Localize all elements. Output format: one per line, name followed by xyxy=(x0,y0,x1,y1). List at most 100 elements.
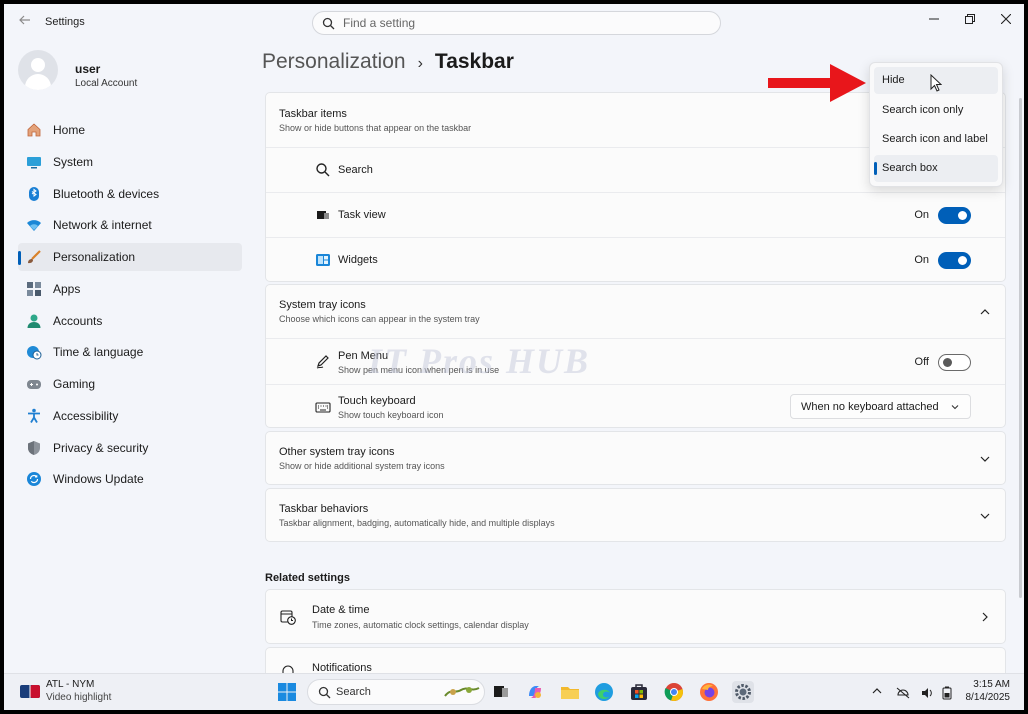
accessibility-icon xyxy=(28,408,40,423)
widgets-state: On xyxy=(914,254,929,266)
store-button[interactable] xyxy=(628,681,650,703)
sidebar-item-system[interactable]: System xyxy=(18,148,242,176)
copilot-icon xyxy=(529,686,541,698)
pen-menu-toggle[interactable] xyxy=(938,354,971,371)
option-search-box[interactable]: Search box xyxy=(874,155,998,182)
section-subtitle: Show or hide additional system tray icon… xyxy=(279,461,445,471)
clock-date[interactable]: 8/14/2025 xyxy=(966,692,1011,703)
keyboard-icon xyxy=(315,402,331,413)
section-title: Other system tray icons xyxy=(279,446,395,458)
taskbar-search[interactable]: Search xyxy=(307,679,485,705)
mlb-logo-icon xyxy=(20,685,40,698)
chrome-button[interactable] xyxy=(663,681,685,703)
chevron-up-icon[interactable] xyxy=(870,686,884,700)
battery-icon[interactable] xyxy=(940,686,954,700)
option-search-icon-and-label[interactable]: Search icon and label xyxy=(874,126,998,153)
search-icon xyxy=(316,163,330,177)
file-explorer-button[interactable] xyxy=(559,681,581,703)
other-tray-card[interactable]: Other system tray icons Show or hide add… xyxy=(265,431,1006,485)
option-search-icon-only[interactable]: Search icon only xyxy=(874,97,998,124)
notifications-link[interactable]: Notifications xyxy=(265,647,1006,673)
task-view-row[interactable]: Task view On xyxy=(266,192,1005,237)
minimize-button[interactable] xyxy=(922,10,946,30)
sidebar-item-apps[interactable]: Apps xyxy=(18,275,242,303)
touch-keyboard-row[interactable]: Touch keyboard Show touch keyboard icon … xyxy=(266,384,1005,428)
shield-icon xyxy=(28,440,40,455)
close-icon xyxy=(1000,13,1012,25)
sidebar-item-label: Network & internet xyxy=(53,218,152,233)
sidebar-item-network[interactable]: Network & internet xyxy=(18,211,242,239)
chevron-down-icon xyxy=(980,513,990,519)
globe-clock-icon xyxy=(27,346,42,360)
folder-icon xyxy=(561,687,579,699)
apps-icon xyxy=(27,281,41,296)
pen-icon xyxy=(316,355,329,369)
mouse-cursor-icon xyxy=(930,74,942,92)
option-label: Search icon and label xyxy=(882,133,988,145)
taskbar-behaviors-card[interactable]: Taskbar behaviors Taskbar alignment, bad… xyxy=(265,488,1006,542)
widgets-row[interactable]: Widgets On xyxy=(266,237,1005,282)
sidebar-item-home[interactable]: Home xyxy=(18,116,242,144)
task-view-icon xyxy=(317,211,329,219)
sidebar-item-gaming[interactable]: Gaming xyxy=(18,370,242,398)
search-input[interactable] xyxy=(343,15,703,31)
widgets-toggle[interactable] xyxy=(938,252,971,269)
title-bar: Settings xyxy=(4,4,1024,40)
update-icon xyxy=(27,472,41,487)
system-tray-header[interactable]: System tray icons Choose which icons can… xyxy=(266,285,1005,338)
windows-start-icon[interactable] xyxy=(277,682,297,702)
sidebar-item-accounts[interactable]: Accounts xyxy=(18,307,242,335)
sidebar-item-personalization[interactable]: Personalization xyxy=(18,243,242,271)
user-name: user xyxy=(75,62,101,76)
touch-keyboard-label: Touch keyboard xyxy=(338,395,416,407)
find-setting-search[interactable] xyxy=(312,11,721,35)
touch-keyboard-select[interactable]: When no keyboard attached xyxy=(790,394,971,419)
sidebar-item-label: System xyxy=(53,154,94,169)
scrollbar[interactable] xyxy=(1019,98,1022,598)
network-offline-icon[interactable] xyxy=(896,686,910,700)
widgets-label: Widgets xyxy=(338,254,378,266)
sidebar-item-label: Personalization xyxy=(53,250,136,264)
home-icon xyxy=(27,123,41,137)
news-subtitle[interactable]: Video highlight xyxy=(46,692,111,703)
sidebar-item-label: Home xyxy=(53,123,86,137)
os-taskbar: ATL - NYM Video highlight Search 3:15 AM… xyxy=(4,673,1024,710)
chevron-up-icon[interactable] xyxy=(979,306,991,318)
sidebar-item-accessibility[interactable]: Accessibility xyxy=(18,402,242,430)
news-title[interactable]: ATL - NYM xyxy=(46,679,94,690)
sidebar-item-time-language[interactable]: Time & language xyxy=(18,338,242,366)
back-arrow-icon xyxy=(19,15,30,25)
clock-time[interactable]: 3:15 AM xyxy=(973,679,1010,690)
breadcrumb-parent[interactable]: Personalization xyxy=(262,50,406,74)
edge-button[interactable] xyxy=(593,681,615,703)
minimize-icon xyxy=(929,18,939,20)
taskbar-search-label: Search xyxy=(336,686,371,698)
option-label: Search icon only xyxy=(882,104,964,116)
widgets-icon xyxy=(316,254,330,266)
search-label: Search xyxy=(338,164,373,176)
task-view-toggle[interactable] xyxy=(938,207,971,224)
date-time-link[interactable]: Date & time Time zones, automatic clock … xyxy=(265,589,1006,644)
date-time-label: Date & time xyxy=(312,604,370,616)
close-button[interactable] xyxy=(994,10,1018,30)
watermark-text: IT Pros HUB xyxy=(368,341,591,381)
task-view-button[interactable] xyxy=(490,681,512,703)
volume-icon[interactable] xyxy=(920,686,934,700)
sidebar-item-windows-update[interactable]: Windows Update xyxy=(18,465,242,493)
firefox-button[interactable] xyxy=(698,681,720,703)
maximize-button[interactable] xyxy=(958,10,982,30)
breadcrumb: Personalization › Taskbar xyxy=(262,50,514,80)
red-arrow-annotation xyxy=(768,64,866,102)
brush-icon xyxy=(28,250,41,264)
page-title: Taskbar xyxy=(434,50,514,73)
user-profile[interactable]: user Local Account xyxy=(18,50,238,100)
sidebar-item-bluetooth[interactable]: Bluetooth & devices xyxy=(18,180,242,208)
copilot-button[interactable] xyxy=(524,681,546,703)
search-highlight-icon xyxy=(444,687,480,697)
chevron-down-icon xyxy=(951,405,959,410)
back-button[interactable] xyxy=(16,13,34,31)
sidebar-item-privacy[interactable]: Privacy & security xyxy=(18,434,242,462)
sidebar-item-label: Gaming xyxy=(53,377,96,391)
settings-app-button[interactable] xyxy=(732,681,754,703)
task-view-label: Task view xyxy=(338,209,386,221)
